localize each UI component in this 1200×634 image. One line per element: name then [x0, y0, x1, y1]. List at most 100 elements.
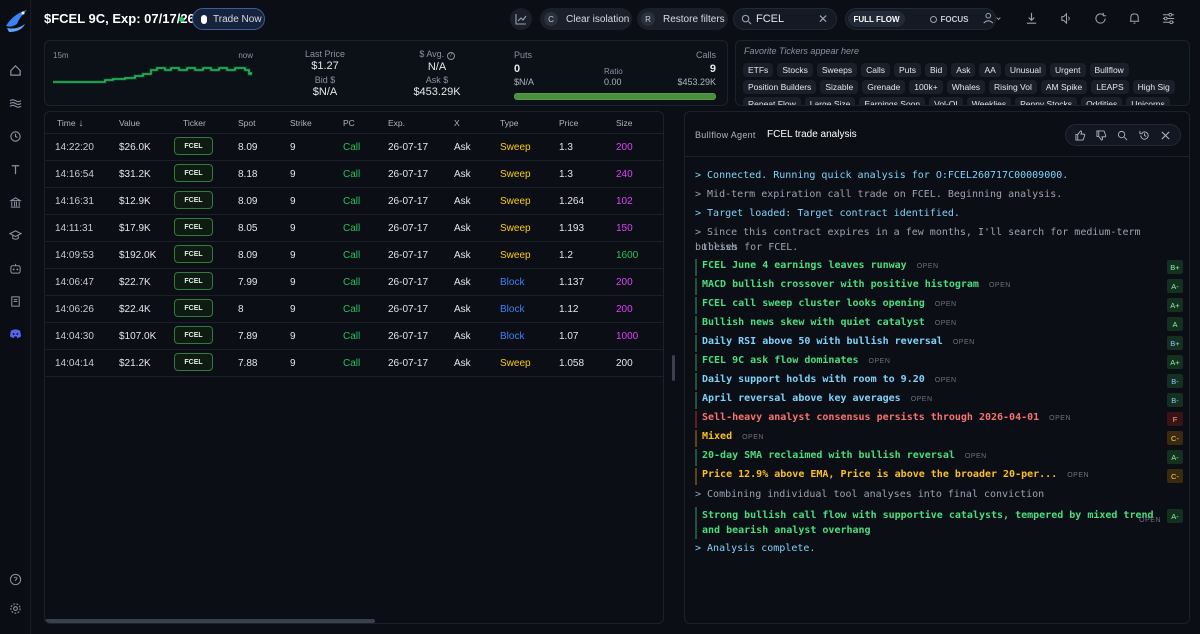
- filter-chip[interactable]: Large Size: [804, 97, 856, 105]
- close-icon[interactable]: [1159, 129, 1171, 141]
- thumbs-down-icon[interactable]: [1096, 129, 1108, 141]
- grad-cap-icon[interactable]: [8, 228, 22, 242]
- restore-filters-button[interactable]: R Restore filters: [637, 8, 728, 30]
- history-icon[interactable]: [8, 129, 22, 143]
- filter-chip[interactable]: Unicorns: [1126, 97, 1170, 105]
- table-row[interactable]: 14:06:47 $22.7K FCEL 7.99 9 Call 26-07-17 Ask Bl…: [45, 269, 663, 296]
- ticker-badge[interactable]: FCEL: [174, 272, 213, 290]
- analysis-item[interactable]: FCEL June 4 earnings leaves runway OPEN B+: [695, 259, 1183, 276]
- text-icon[interactable]: [8, 162, 22, 176]
- analysis-item[interactable]: April reversal above key averages OPEN B-: [695, 392, 1183, 409]
- table-row[interactable]: 14:04:14 $21.2K FCEL 7.88 9 Call 26-07-17 Ask Sw…: [45, 350, 663, 377]
- gear-icon[interactable]: [8, 601, 22, 615]
- filter-chip[interactable]: Oddities: [1081, 97, 1123, 105]
- filter-chip[interactable]: Unusual: [1004, 63, 1046, 77]
- focus-tab[interactable]: FOCUS: [914, 11, 984, 27]
- info-icon[interactable]: ?: [446, 52, 455, 60]
- ticker-badge[interactable]: FCEL: [174, 245, 213, 263]
- filter-chip[interactable]: Stocks: [777, 63, 813, 77]
- filter-chip[interactable]: Vol-OI: [929, 97, 963, 105]
- column-header[interactable]: PC: [343, 118, 355, 128]
- filter-chip[interactable]: Position Builders: [743, 80, 817, 94]
- filter-chip[interactable]: Sweeps: [816, 63, 858, 77]
- column-header[interactable]: Value: [119, 118, 140, 128]
- filter-chip[interactable]: ETFs: [743, 63, 774, 77]
- help-icon[interactable]: [8, 572, 22, 586]
- filter-chip[interactable]: AM Spike: [1040, 80, 1088, 94]
- filter-sliders-icon[interactable]: [1162, 12, 1176, 26]
- waves-icon[interactable]: [8, 96, 22, 110]
- ticker-badge[interactable]: FCEL: [174, 164, 213, 182]
- filter-chip[interactable]: Puts: [893, 63, 921, 77]
- filter-chip[interactable]: Sizable: [820, 80, 859, 94]
- chart-toggle-button[interactable]: [510, 8, 532, 30]
- full-flow-tab[interactable]: FULL FLOW: [848, 11, 905, 27]
- volume-icon[interactable]: [1060, 12, 1074, 26]
- bank-icon[interactable]: [8, 195, 22, 209]
- ticker-badge[interactable]: FCEL: [174, 299, 213, 317]
- column-header[interactable]: Ticker: [183, 118, 206, 128]
- analysis-item[interactable]: FCEL call sweep cluster looks opening OPE…: [695, 297, 1183, 314]
- clear-isolation-button[interactable]: C Clear isolation: [540, 8, 632, 30]
- column-header[interactable]: Price: [559, 118, 578, 128]
- table-row[interactable]: 14:16:31 $12.9K FCEL 8.09 9 Call 26-07-17 Ask Sw…: [45, 188, 663, 215]
- column-header[interactable]: Size: [616, 118, 633, 128]
- panel-resize-handle[interactable]: [672, 355, 675, 381]
- ticker-badge[interactable]: FCEL: [174, 218, 213, 236]
- column-header[interactable]: Type: [500, 118, 518, 128]
- analysis-item[interactable]: Mixed OPEN C-: [695, 430, 1183, 447]
- filter-chip[interactable]: Ask: [951, 63, 976, 77]
- filter-chip[interactable]: High Sig: [1132, 80, 1175, 94]
- thumbs-up-icon[interactable]: [1075, 129, 1087, 141]
- final-conviction-item[interactable]: Strong bullish call flow with supportive…: [695, 507, 1183, 539]
- bell-icon[interactable]: [1128, 12, 1142, 26]
- analysis-item[interactable]: Daily RSI above 50 with bullish reversal…: [695, 335, 1183, 352]
- analysis-item[interactable]: Sell-heavy analyst consensus persists th…: [695, 411, 1183, 428]
- user-menu-button[interactable]: [982, 12, 1001, 26]
- column-header[interactable]: Strike: [290, 118, 312, 128]
- ticker-badge[interactable]: FCEL: [174, 353, 213, 371]
- table-row[interactable]: 14:11:31 $17.9K FCEL 8.05 9 Call 26-07-17 Ask Sw…: [45, 215, 663, 242]
- book-icon[interactable]: [8, 294, 22, 308]
- analysis-item[interactable]: Daily support holds with room to 9.20 OPE…: [695, 373, 1183, 390]
- filter-chip[interactable]: Grenade: [862, 80, 906, 94]
- search-input[interactable]: FCEL ✕: [733, 8, 837, 30]
- column-header[interactable]: Spot: [238, 118, 256, 128]
- table-row[interactable]: 14:16:54 $31.2K FCEL 8.18 9 Call 26-07-17 Ask Sw…: [45, 161, 663, 188]
- column-header[interactable]: Time ↓: [57, 118, 83, 129]
- horizontal-scrollbar[interactable]: [45, 619, 375, 623]
- column-header[interactable]: X: [454, 118, 460, 128]
- analysis-item[interactable]: Bullish news skew with quiet catalyst OPE…: [695, 316, 1183, 333]
- filter-chip[interactable]: Earnings Soon: [859, 97, 926, 105]
- discord-icon[interactable]: [8, 326, 22, 340]
- robot-icon[interactable]: [8, 261, 22, 275]
- filter-chip[interactable]: Repeat Flow: [743, 97, 801, 105]
- home-icon[interactable]: [8, 63, 22, 77]
- filter-chip[interactable]: Rising Vol: [989, 80, 1037, 94]
- analysis-item[interactable]: FCEL 9C ask flow dominates OPEN A+: [695, 354, 1183, 371]
- analysis-item[interactable]: MACD bullish crossover with positive his…: [695, 278, 1183, 295]
- logo-icon[interactable]: [3, 6, 29, 36]
- filter-chip[interactable]: Weeklies: [966, 97, 1012, 105]
- filter-chip[interactable]: Urgent: [1050, 63, 1086, 77]
- download-icon[interactable]: [1025, 12, 1039, 26]
- table-row[interactable]: 14:09:53 $192.0K FCEL 8.09 9 Call 26-07-17 Ask S…: [45, 242, 663, 269]
- refresh-icon[interactable]: [1094, 12, 1108, 26]
- filter-chip[interactable]: Bullflow: [1089, 63, 1129, 77]
- filter-chip[interactable]: 100k+: [909, 80, 943, 94]
- analysis-item[interactable]: Price 12.9% above EMA, Price is above th…: [695, 468, 1183, 485]
- filter-chip[interactable]: AA: [979, 63, 1001, 77]
- ticker-badge[interactable]: FCEL: [174, 137, 213, 155]
- filter-chip[interactable]: LEAPS: [1091, 80, 1129, 94]
- trade-now-button[interactable]: Trade Now: [192, 8, 265, 30]
- ticker-badge[interactable]: FCEL: [174, 191, 213, 209]
- column-header[interactable]: Exp.: [388, 118, 405, 128]
- sort-desc-icon[interactable]: ↓: [76, 118, 83, 129]
- filter-chip[interactable]: Bid: [925, 63, 948, 77]
- filter-chip[interactable]: Whales: [946, 80, 986, 94]
- history-icon[interactable]: [1138, 129, 1150, 141]
- table-row[interactable]: 14:06:26 $22.4K FCEL 8 9 Call 26-07-17 Ask Block…: [45, 296, 663, 323]
- zoom-icon[interactable]: [1117, 129, 1129, 141]
- ticker-badge[interactable]: FCEL: [174, 326, 213, 344]
- clear-search-icon[interactable]: ✕: [818, 12, 828, 26]
